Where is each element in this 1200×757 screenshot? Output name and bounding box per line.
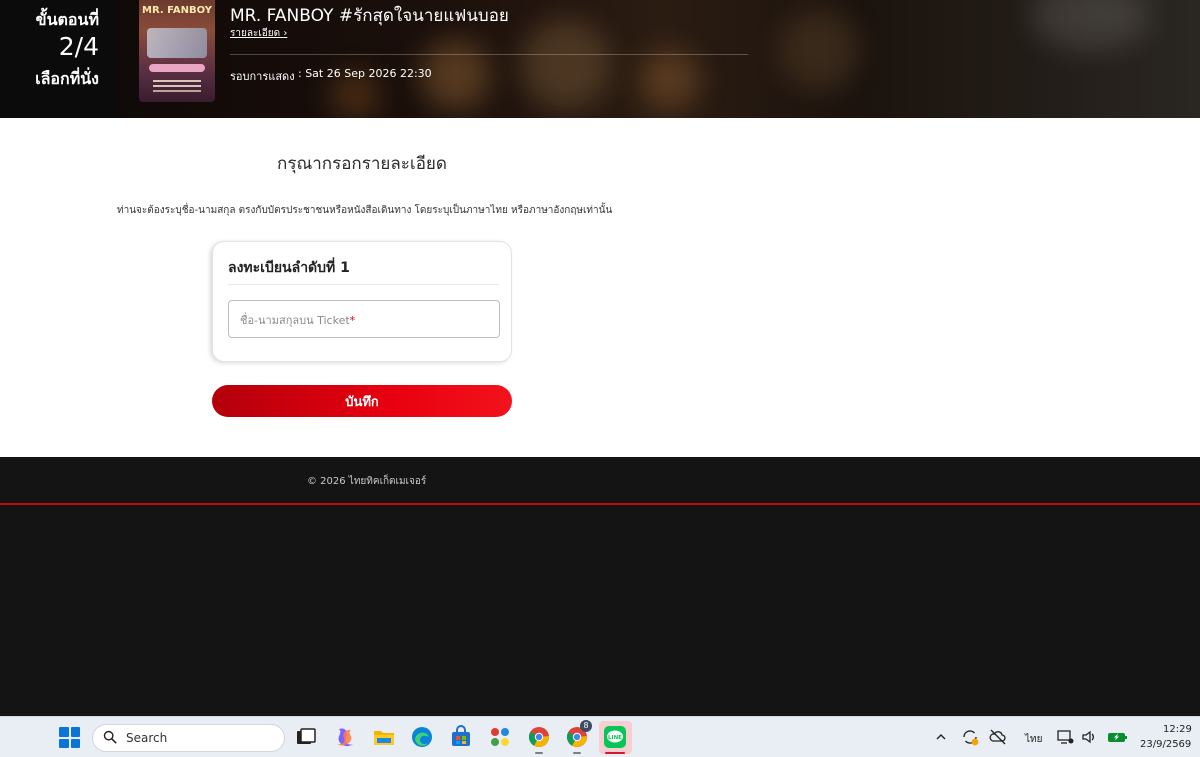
event-detail-label: รายละเอียด: [230, 28, 281, 39]
app-grid-icon[interactable]: [488, 725, 512, 749]
poster-text-lines: [153, 80, 201, 82]
sync-icon[interactable]: [961, 728, 979, 746]
event-poster: MR. FANBOY: [139, 0, 215, 102]
active-indicator: [605, 752, 625, 754]
event-header: ขั้นตอนที่ 2/4 เลือกที่นั่ง MR. FANBOY M…: [0, 0, 1200, 118]
clock-time[interactable]: 12:29: [1163, 724, 1192, 735]
running-indicator: [535, 752, 543, 754]
poster-title: MR. FANBOY: [142, 5, 212, 16]
edge-icon[interactable]: [410, 725, 434, 749]
show-datetime: : Sat 26 Sep 2026 22:30: [298, 67, 432, 80]
ticket-name-input[interactable]: [229, 301, 499, 337]
search-icon: [103, 730, 117, 744]
chrome-profile-icon[interactable]: [527, 725, 551, 749]
svg-text:LINE: LINE: [608, 735, 622, 741]
clock-date[interactable]: 23/9/2569: [1140, 739, 1191, 750]
step-indicator: ขั้นตอนที่ 2/4 เลือกที่นั่ง: [0, 0, 118, 118]
card-divider: [228, 284, 499, 285]
running-indicator: [573, 752, 581, 754]
registration-card-title: ลงทะเบียนลำดับที่ 1: [228, 260, 350, 276]
chevron-up-icon[interactable]: [934, 730, 948, 744]
taskbar-search[interactable]: Search: [92, 724, 285, 752]
network-icon[interactable]: [1056, 728, 1074, 746]
main-content: กรุณากรอกรายละเอียด ท่านจะต้องระบุชื่อ-น…: [0, 118, 1200, 457]
event-title: MR. FANBOY #รักสุดใจนายแฟนบอย: [230, 6, 509, 26]
cloud-off-icon[interactable]: [989, 728, 1007, 746]
step-label: ขั้นตอนที่: [35, 10, 99, 29]
copilot-icon[interactable]: [333, 725, 357, 749]
windows-start-icon[interactable]: [59, 727, 80, 748]
task-view-icon[interactable]: [294, 725, 318, 749]
chevron-right-icon: ›: [283, 28, 288, 39]
chrome-badge: 8: [580, 720, 592, 732]
file-explorer-icon[interactable]: [372, 725, 396, 749]
form-heading: กรุณากรอกรายละเอียด: [277, 154, 447, 174]
poster-image: [147, 28, 207, 58]
volume-icon[interactable]: [1080, 728, 1098, 746]
search-label: Search: [126, 731, 168, 745]
poster-banner: [149, 64, 205, 72]
ticket-booking-page: ขั้นตอนที่ 2/4 เลือกที่นั่ง MR. FANBOY M…: [0, 0, 1200, 757]
event-detail-link[interactable]: รายละเอียด ›: [230, 26, 287, 41]
header-divider: [230, 54, 748, 55]
page-footer: © 2026 ไทยทิคเก็ตเมเจอร์: [0, 457, 1200, 505]
step-subtitle: เลือกที่นั่ง: [35, 69, 99, 88]
page-background: [0, 507, 1200, 716]
store-icon[interactable]: [449, 725, 473, 749]
show-label: รอบการแสดง: [230, 70, 295, 83]
line-icon[interactable]: LINE: [603, 725, 627, 749]
form-instruction: ท่านจะต้องระบุชื่อ-นามสกุล ตรงกับบัตรประ…: [117, 205, 613, 216]
battery-icon[interactable]: [1106, 728, 1128, 746]
save-button[interactable]: บันทึก: [212, 385, 512, 417]
registration-card: ลงทะเบียนลำดับที่ 1 ชื่อ-นามสกุลบน Ticke…: [212, 241, 512, 362]
input-language[interactable]: ไทย: [1025, 732, 1042, 747]
windows-taskbar: Search 8 LINE ไทย 12:29 23/9/2569: [0, 716, 1200, 757]
step-number: 2/4: [58, 32, 99, 61]
copyright-text: © 2026 ไทยทิคเก็ตเมเจอร์: [307, 476, 427, 487]
ticket-name-field[interactable]: ชื่อ-นามสกุลบน Ticket*: [228, 300, 500, 338]
